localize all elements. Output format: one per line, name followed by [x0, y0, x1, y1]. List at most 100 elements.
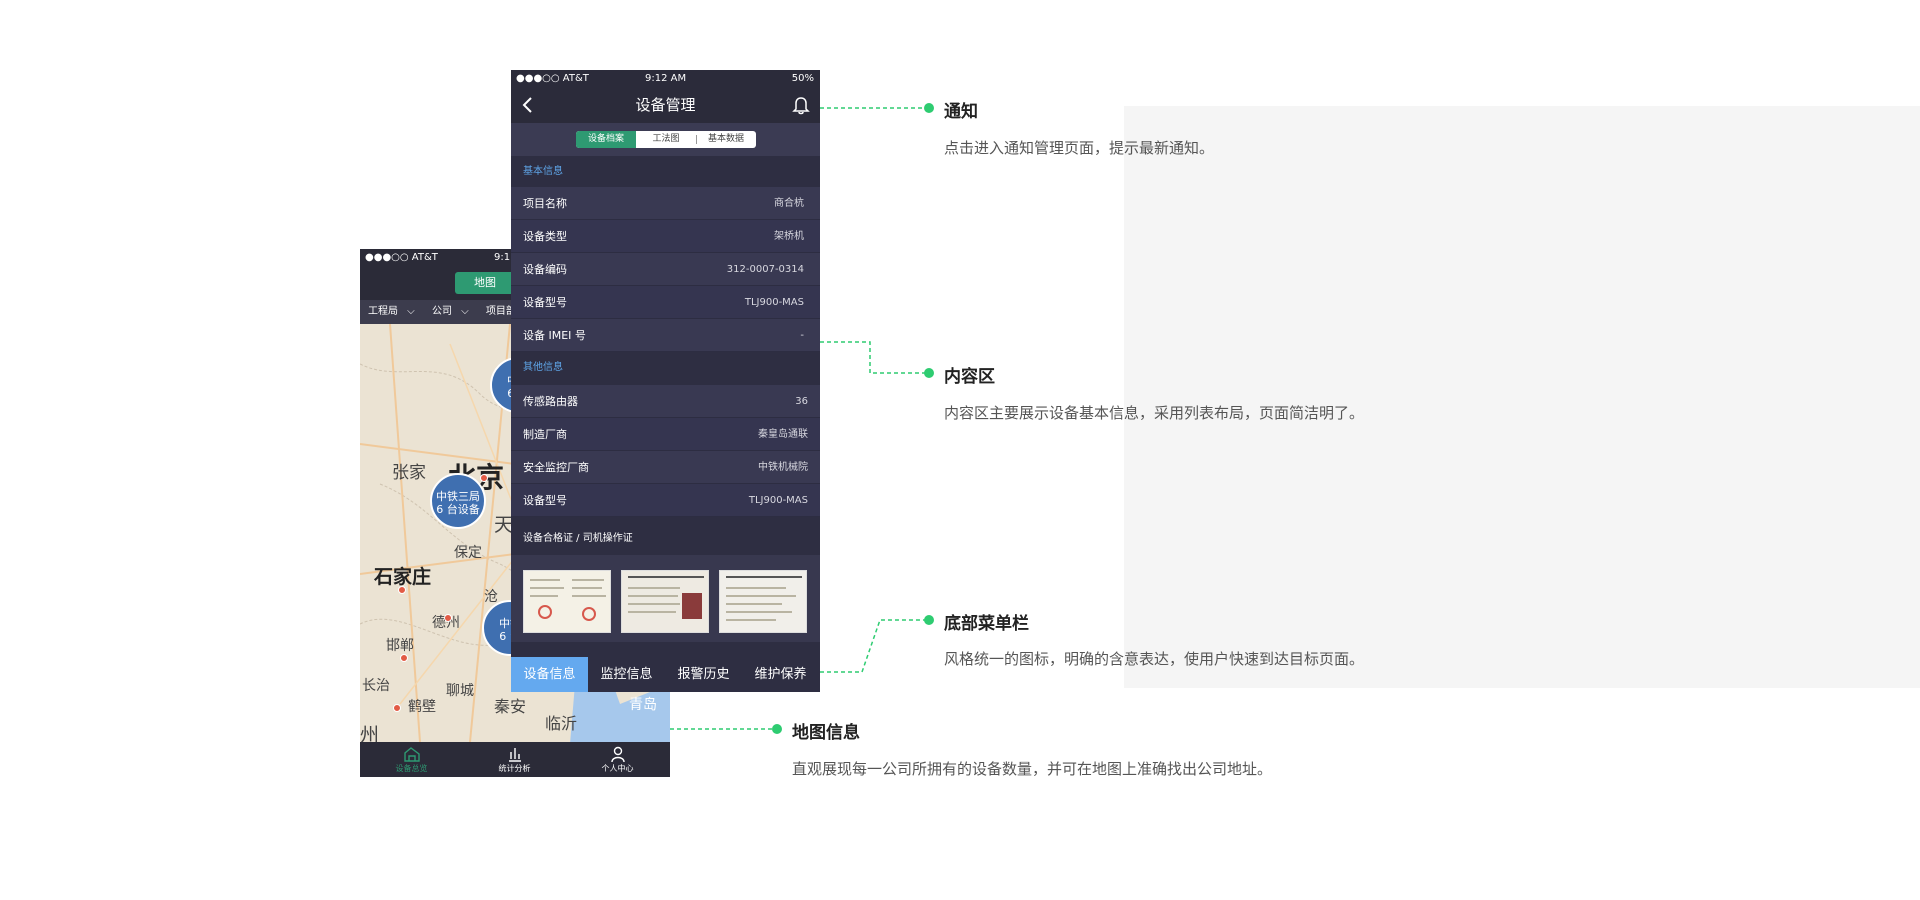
cert-text-line [572, 587, 602, 589]
map-town-label: 鹤壁 [408, 699, 436, 715]
map-town-label: 张家 [392, 463, 426, 483]
map-marker[interactable] [393, 704, 401, 712]
cert-text-line [726, 603, 782, 605]
time-label: 9:1 [494, 252, 511, 263]
map-city-shijiazhuang: 石家庄 [374, 566, 432, 588]
device-phone-screen: ●●●○○ AT&T 9:12 AM 50% 设备管理 设备档案 工法图 基本数… [511, 70, 820, 692]
cert-text-line [530, 587, 564, 589]
annotation-title-notification: 通知 [944, 102, 978, 122]
tab-label: 个人中心 [601, 764, 634, 773]
tab-profile[interactable]: 个人中心 [566, 742, 669, 777]
row-label: 设备编码 [523, 263, 567, 276]
map-button[interactable]: 地图 [455, 272, 515, 294]
row-value: 秦皇岛通联 [758, 429, 808, 440]
map-marker[interactable] [480, 474, 488, 482]
status-bar: ●●●○○ AT&T 9:12 AM 50% [511, 70, 820, 87]
cert-text-line [572, 595, 606, 597]
annotation-desc-notification: 点击进入通知管理页面，提示最新通知。 [944, 139, 1215, 157]
cert-text-line [726, 619, 776, 621]
filter-bureau-label: 工程局 [368, 306, 398, 317]
tab-device-overview[interactable]: 设备总览 [360, 742, 463, 777]
tab-maintenance[interactable]: 维护保养 [742, 657, 819, 692]
nav-bar: 设备管理 [511, 87, 820, 123]
row-label: 安全监控厂商 [523, 461, 589, 474]
map-marker[interactable] [444, 614, 452, 622]
stamp-icon [538, 605, 552, 619]
certificate-gallery [511, 555, 820, 642]
section-header-basic: 基本信息 [511, 156, 820, 187]
cert-text-line [628, 576, 704, 578]
map-marker[interactable] [400, 654, 408, 662]
stamp-icon [582, 607, 596, 621]
segment-control-bar: 设备档案 工法图 基本数据 [511, 123, 820, 156]
driver-photo [682, 593, 702, 619]
row-value: TLJ900-MAS [744, 297, 804, 308]
row-label: 设备 IMEI 号 [523, 329, 586, 342]
bell-icon[interactable] [792, 95, 810, 115]
annotation-desc-bottom-menu: 风格统一的图标，明确的含意表达，使用户快速到达目标页面。 [944, 650, 1365, 668]
certificate-header: 设备合格证 / 司机操作证 [511, 522, 820, 555]
segment-device-file[interactable]: 设备档案 [576, 131, 636, 148]
info-row[interactable]: 项目名称 商合杭 [511, 187, 820, 220]
chart-icon [508, 748, 521, 762]
annotation-background-panel [1124, 106, 1920, 688]
tab-label: 设备总览 [395, 764, 428, 773]
info-row[interactable]: 安全监控厂商 中铁机械院 [511, 451, 820, 484]
map-town-label: 秦安 [494, 697, 527, 716]
cert-text-line [726, 576, 802, 578]
certificate-thumbnail[interactable] [621, 570, 709, 633]
certificate-thumbnail[interactable] [523, 570, 611, 633]
cert-text-line [628, 587, 680, 589]
back-arrow-icon[interactable] [521, 96, 537, 114]
filter-company[interactable]: 公司 ⌵ [428, 300, 469, 324]
row-label: 设备类型 [523, 230, 567, 243]
tab-alarm-history[interactable]: 报警历史 [665, 657, 742, 692]
info-row[interactable]: 设备型号 TLJ900-MAS [511, 484, 820, 517]
row-value: 312-0007-0314 [726, 264, 804, 275]
cluster-count: 6 台设备 [436, 503, 480, 516]
page-title: 设备管理 [635, 96, 696, 114]
row-label: 制造厂商 [523, 428, 567, 441]
battery-label: 50% [791, 73, 814, 84]
info-row[interactable]: 制造厂商 秦皇岛通联 [511, 418, 820, 451]
map-tab-bar: 设备总览 统计分析 个人中心 [360, 742, 670, 777]
info-row[interactable]: 设备 IMEI 号 - [511, 319, 820, 352]
row-value: 商合杭 [774, 198, 804, 209]
carrier-label: ●●●○○ AT&T [365, 252, 438, 263]
cert-text-line [628, 603, 680, 605]
cert-text-line [726, 587, 786, 589]
tab-device-info[interactable]: 设备信息 [511, 657, 588, 692]
map-town-label: 青岛 [629, 697, 657, 713]
row-value: TLJ900-MAS [748, 495, 808, 506]
cert-text-line [628, 611, 676, 613]
map-town-label: 长治 [362, 678, 390, 694]
map-town-label: 临沂 [545, 714, 578, 733]
section-header-other: 其他信息 [511, 352, 820, 383]
certificate-thumbnail[interactable] [719, 570, 807, 633]
info-row[interactable]: 设备编码 312-0007-0314 [511, 253, 820, 286]
info-row[interactable]: 传感路由器 36 [511, 385, 820, 418]
filter-bureau[interactable]: 工程局 ⌵ [364, 300, 415, 324]
map-cluster[interactable]: 中铁三局 6 台设备 [430, 473, 486, 529]
annotation-desc-content: 内容区主要展示设备基本信息，采用列表布局，页面简洁明了。 [944, 404, 1365, 422]
cert-text-line [572, 579, 604, 581]
info-row[interactable]: 设备型号 TLJ900-MAS [511, 286, 820, 319]
info-row[interactable]: 设备类型 架桥机 [511, 220, 820, 253]
map-marker[interactable] [398, 586, 406, 594]
map-town-label: 保定 [454, 545, 482, 561]
cert-text-line [628, 595, 678, 597]
cert-text-line [726, 611, 792, 613]
row-value: 中铁机械院 [758, 462, 808, 473]
cert-text-line [726, 595, 796, 597]
map-town-label: 邯郸 [386, 638, 414, 654]
segment-basic-data[interactable]: 基本数据 [696, 131, 756, 148]
tab-monitor-info[interactable]: 监控信息 [588, 657, 665, 692]
building-icon [403, 747, 420, 762]
annotation-desc-map: 直观展现每一公司所拥有的设备数量，并可在地图上准确找出公司地址。 [792, 760, 1273, 778]
tab-statistics[interactable]: 统计分析 [463, 742, 566, 777]
annotation-title-content: 内容区 [944, 367, 995, 387]
segment-method-diagram[interactable]: 工法图 [636, 131, 696, 148]
row-label: 设备型号 [523, 296, 567, 309]
annotation-dot [924, 615, 934, 625]
bottom-menu-bar: 设备信息 监控信息 报警历史 维护保养 [511, 657, 820, 692]
